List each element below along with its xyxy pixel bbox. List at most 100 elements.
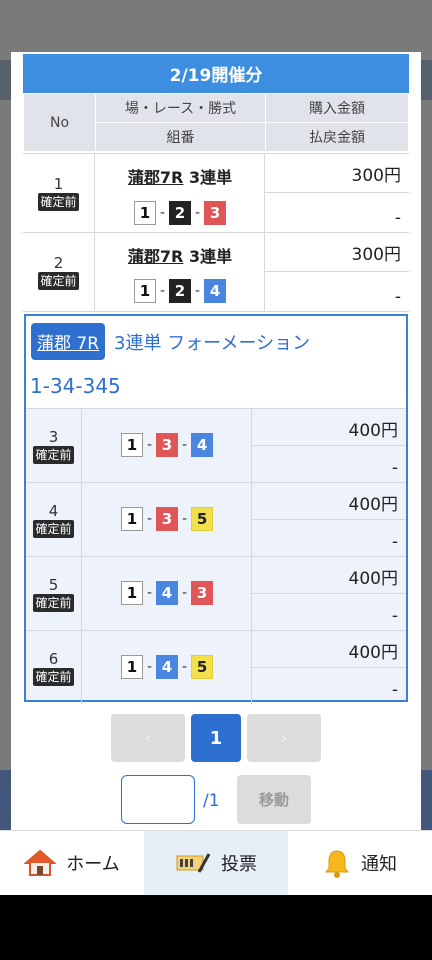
next-page-button[interactable]: › [247, 714, 321, 762]
tab-vote[interactable]: 投票 [144, 831, 288, 895]
bet-type: 3連単 [188, 168, 233, 187]
row-combo-cell: 1 - 3 - 4 [82, 409, 252, 482]
status-badge: 確定前 [33, 519, 74, 538]
tab-label: 投票 [221, 854, 257, 875]
boat-number: 3 [156, 507, 178, 531]
header-no: No [23, 93, 96, 152]
row-combo-cell: 1 - 4 - 3 [82, 557, 252, 630]
table-row: 2 確定前 蒲郡7R 3連単 1 - 2 - 4 300円 - [23, 233, 409, 312]
boat-number: 1 [120, 655, 143, 679]
formation-header: 蒲郡 7R 3連単 フォーメーション 1-34-345 [26, 316, 406, 408]
row-number: 5 [48, 575, 59, 594]
bet-type: 3連単 [188, 247, 233, 266]
table-row: 3 確定前 1 - 3 - 4 400円 - [26, 408, 406, 482]
status-badge: 確定前 [33, 445, 74, 464]
move-button[interactable]: 移動 [237, 775, 311, 824]
row-number: 2 [53, 254, 64, 272]
bottom-tab-bar: ホーム 投票 通知 [0, 830, 432, 895]
boat-number: 1 [120, 581, 143, 605]
table-row: 5 確定前 1 - 4 - 3 400円 - [26, 556, 406, 630]
prev-page-button[interactable]: ‹ [111, 714, 185, 762]
tab-home[interactable]: ホーム [0, 831, 144, 895]
purchase-amount: 300円 [265, 233, 409, 272]
payout-amount: - [394, 287, 401, 307]
row-amount-cell: 400円 - [252, 557, 406, 630]
boat-number: 1 [133, 279, 156, 303]
table-row: 6 確定前 1 - 4 - 5 400円 - [26, 630, 406, 704]
boat-number: 1 [133, 201, 156, 225]
venue-link[interactable]: 蒲郡7R [128, 168, 183, 187]
boat-number: 5 [191, 655, 214, 679]
venue-link[interactable]: 蒲郡7R [128, 247, 183, 266]
formation-group: 蒲郡 7R 3連単 フォーメーション 1-34-345 3 確定前 1 - 3 … [24, 314, 408, 704]
boat-number: 4 [156, 655, 178, 679]
boat-combo: 1 - 4 - 3 [82, 581, 252, 605]
tab-notification[interactable]: 通知 [288, 831, 432, 895]
boat-number: 5 [191, 507, 214, 531]
status-badge: 確定前 [33, 593, 74, 612]
header-payout: 払戻金額 [265, 122, 409, 152]
status-badge: 確定前 [33, 667, 74, 686]
payout-amount: - [391, 680, 398, 700]
home-icon [24, 849, 57, 877]
tab-label: 通知 [361, 854, 397, 875]
header-combo: 組番 [95, 122, 266, 152]
boat-number: 2 [169, 201, 191, 225]
boat-number: 3 [156, 433, 178, 457]
row-amount-cell: 300円 - [265, 154, 409, 232]
boat-number: 2 [169, 279, 191, 303]
row-combo-cell: 1 - 3 - 5 [82, 483, 252, 556]
table-header: No 場・レース・勝式 購入金額 組番 払戻金額 [23, 93, 409, 152]
row-amount-cell: 400円 - [252, 409, 406, 482]
status-badge: 確定前 [38, 193, 79, 211]
row-no-cell: 4 確定前 [26, 483, 82, 556]
purchase-amount: 300円 [265, 154, 409, 193]
pagination: ‹ 1 › [11, 714, 421, 764]
purchase-amount: 400円 [252, 631, 406, 668]
page-number-input[interactable] [121, 775, 195, 824]
bet-history-modal: 2/19開催分 No 場・レース・勝式 購入金額 組番 払戻金額 1 確定前 蒲… [11, 52, 421, 830]
row-no-cell: 1 確定前 [23, 154, 95, 232]
boat-combo: 1 - 3 - 4 [82, 433, 252, 457]
row-number: 4 [48, 501, 59, 520]
row-race-cell: 蒲郡7R 3連単 1 - 2 - 4 [95, 233, 265, 311]
boat-combo: 1 - 2 - 3 [95, 201, 265, 225]
page-total: /1 [203, 791, 220, 811]
page-jump: /1 移動 [11, 775, 421, 827]
formation-combo: 1-34-345 [30, 374, 121, 398]
header-race-type: 場・レース・勝式 [95, 93, 266, 123]
page-1-button[interactable]: 1 [191, 714, 241, 762]
row-no-cell: 6 確定前 [26, 631, 82, 704]
payout-amount: - [391, 532, 398, 552]
boat-number: 1 [120, 507, 143, 531]
table-row: 1 確定前 蒲郡7R 3連単 1 - 2 - 3 300円 - [23, 153, 409, 233]
row-number: 3 [48, 427, 59, 446]
row-no-cell: 3 確定前 [26, 409, 82, 482]
boat-combo: 1 - 4 - 5 [82, 655, 252, 679]
boat-number: 4 [204, 279, 227, 303]
boat-number: 4 [156, 581, 178, 605]
bell-icon [323, 848, 351, 878]
formation-type: 3連単 フォーメーション [114, 333, 311, 354]
payout-amount: - [391, 458, 398, 478]
boat-combo: 1 - 2 - 4 [95, 279, 265, 303]
header-purchase: 購入金額 [265, 93, 409, 123]
row-no-cell: 5 確定前 [26, 557, 82, 630]
row-no-cell: 2 確定前 [23, 233, 95, 311]
row-combo-cell: 1 - 4 - 5 [82, 631, 252, 704]
modal-title: 2/19開催分 [23, 54, 409, 93]
row-race-cell: 蒲郡7R 3連単 1 - 2 - 3 [95, 154, 265, 232]
payout-amount: - [394, 208, 401, 228]
table-row: 4 確定前 1 - 3 - 5 400円 - [26, 482, 406, 556]
purchase-amount: 400円 [252, 409, 406, 446]
boat-number: 3 [204, 201, 227, 225]
row-amount-cell: 400円 - [252, 631, 406, 704]
row-amount-cell: 300円 - [265, 233, 409, 311]
venue-chip[interactable]: 蒲郡 7R [31, 323, 106, 360]
ticket-icon [175, 850, 211, 876]
row-number: 6 [48, 649, 59, 668]
purchase-amount: 400円 [252, 483, 406, 520]
boat-number: 3 [191, 581, 214, 605]
payout-amount: - [391, 606, 398, 626]
boat-combo: 1 - 3 - 5 [82, 507, 252, 531]
